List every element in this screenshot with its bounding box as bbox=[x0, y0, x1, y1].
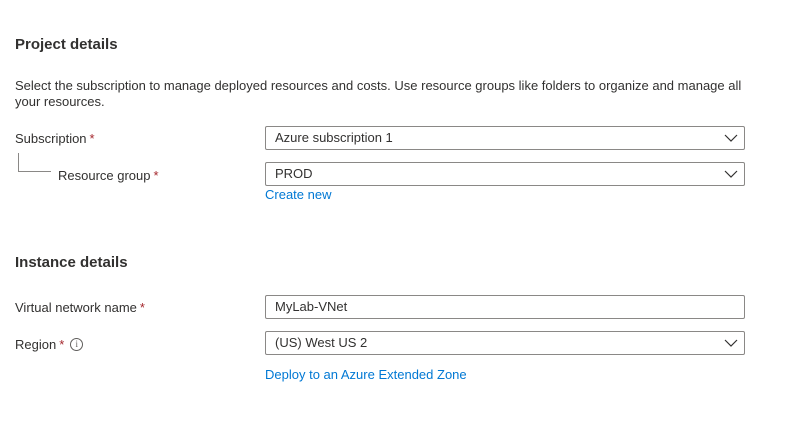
vnet-name-label: Virtual network name * bbox=[15, 300, 145, 316]
vnet-name-value: MyLab-VNet bbox=[275, 299, 348, 314]
region-label: Region * i bbox=[15, 337, 84, 353]
resource-group-dropdown[interactable]: PROD bbox=[265, 162, 745, 186]
info-icon[interactable]: i bbox=[70, 338, 84, 352]
chevron-down-icon bbox=[724, 134, 738, 142]
required-marker: * bbox=[139, 300, 145, 315]
chevron-down-icon bbox=[724, 170, 738, 178]
required-marker: * bbox=[153, 168, 159, 183]
required-marker: * bbox=[59, 337, 65, 352]
tree-connector bbox=[18, 153, 51, 172]
region-label-text: Region bbox=[15, 337, 57, 352]
resource-group-label: Resource group * bbox=[58, 168, 159, 184]
vnet-name-input[interactable]: MyLab-VNet bbox=[265, 295, 745, 319]
subscription-label: Subscription * bbox=[15, 131, 95, 147]
extended-zone-link[interactable]: Deploy to an Azure Extended Zone bbox=[265, 367, 467, 383]
project-details-heading: Project details bbox=[15, 36, 118, 53]
subscription-value: Azure subscription 1 bbox=[275, 130, 393, 145]
subscription-dropdown[interactable]: Azure subscription 1 bbox=[265, 126, 745, 150]
resource-group-label-text: Resource group bbox=[58, 168, 151, 183]
region-value: (US) West US 2 bbox=[275, 335, 368, 350]
instance-details-heading: Instance details bbox=[15, 254, 128, 271]
required-marker: * bbox=[89, 131, 95, 146]
subscription-label-text: Subscription bbox=[15, 131, 87, 146]
create-new-link[interactable]: Create new bbox=[265, 187, 331, 203]
region-dropdown[interactable]: (US) West US 2 bbox=[265, 331, 745, 355]
project-details-description: Select the subscription to manage deploy… bbox=[15, 78, 742, 109]
vnet-name-label-text: Virtual network name bbox=[15, 300, 137, 315]
resource-group-value: PROD bbox=[275, 166, 313, 181]
chevron-down-icon bbox=[724, 339, 738, 347]
